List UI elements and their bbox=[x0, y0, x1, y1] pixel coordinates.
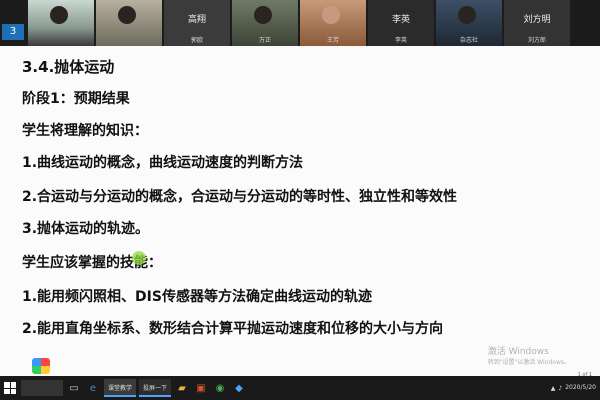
taskbar-app[interactable]: 投屏一下 bbox=[139, 379, 172, 397]
edge-browser-icon[interactable]: e bbox=[85, 380, 101, 396]
taskbar-search[interactable] bbox=[21, 380, 63, 396]
pointer-highlight bbox=[132, 251, 146, 265]
task-view-icon[interactable]: ▭ bbox=[66, 380, 82, 396]
participant-name: 刘方郎 bbox=[527, 37, 546, 44]
activation-watermark: 激活 Windows 转到"设置"以激活 Windows。 bbox=[488, 344, 570, 366]
slide-line: 学生将理解的知识： bbox=[22, 123, 148, 139]
slide-title: 3.4.抛体运动 bbox=[22, 58, 115, 76]
presentation-slide: 3.4.抛体运动 阶段1：预期结果 学生将理解的知识： 1.曲线运动的概念，曲线… bbox=[0, 46, 600, 378]
participant-tile[interactable]: 杂志社 bbox=[436, 0, 502, 46]
participant-tile[interactable]: 王芳 bbox=[300, 0, 366, 46]
folder-icon[interactable]: ▰ bbox=[174, 380, 190, 396]
chrome-icon[interactable]: ◉ bbox=[212, 380, 228, 396]
participant-tile[interactable]: 刘方明 刘方郎 bbox=[504, 0, 570, 46]
slide-line: 阶段1：预期结果 bbox=[22, 91, 130, 107]
participant-avatar bbox=[458, 6, 476, 24]
participant-tile[interactable]: 高翔 郭欧 bbox=[164, 0, 230, 46]
participant-tile[interactable]: 万正 bbox=[232, 0, 298, 46]
clock-date: 2020/5/20 bbox=[565, 384, 596, 391]
participant-tile[interactable]: 李英 李英 bbox=[368, 0, 434, 46]
participant-display-name: 李英 bbox=[391, 15, 410, 25]
slide-line: 2.合运动与分运动的概念，合运动与分运动的等时性、独立性和等效性 bbox=[22, 189, 458, 205]
participant-name: 王芳 bbox=[326, 37, 339, 44]
taskbar-clock[interactable]: 2020/5/20 bbox=[565, 384, 596, 392]
app-icon[interactable]: ◆ bbox=[231, 380, 247, 396]
watermark-title: 激活 Windows bbox=[487, 347, 549, 357]
participant-tile[interactable] bbox=[96, 0, 162, 46]
participant-avatar bbox=[118, 6, 136, 24]
windows-logo-icon bbox=[4, 382, 16, 394]
slide-line: 1.曲线运动的概念，曲线运动速度的判断方法 bbox=[22, 155, 304, 171]
side-badge[interactable]: 3 bbox=[2, 24, 24, 40]
participant-display-name: 刘方明 bbox=[523, 15, 551, 25]
participant-avatar bbox=[254, 6, 272, 24]
app-launcher-icon[interactable] bbox=[32, 358, 50, 374]
participant-tile[interactable] bbox=[28, 0, 94, 46]
participant-display-name: 高翔 bbox=[187, 15, 206, 25]
participant-name: 万正 bbox=[258, 37, 271, 44]
watermark-subtitle: 转到"设置"以激活 Windows。 bbox=[487, 359, 570, 366]
start-button[interactable] bbox=[2, 380, 18, 396]
slide-line: 3.抛体运动的轨迹。 bbox=[22, 221, 150, 237]
participant-name: 杂志社 bbox=[459, 37, 478, 44]
participant-avatar bbox=[50, 6, 68, 24]
participant-name: 李英 bbox=[394, 37, 407, 44]
network-icon[interactable]: ▲ bbox=[551, 385, 556, 392]
taskbar: ▭ e 课堂教学 投屏一下 ▰ ▣ ◉ ◆ ▲ ♪ 2020/5/20 bbox=[0, 376, 600, 400]
slide-line: 2.能用直角坐标系、数形结合计算平抛运动速度和位移的大小与方向 bbox=[22, 321, 444, 337]
participant-name: 郭欧 bbox=[190, 37, 203, 44]
system-tray: ▲ ♪ 2020/5/20 bbox=[551, 384, 600, 392]
slide-line: 1.能用频闪照相、DIS传感器等方法确定曲线运动的轨迹 bbox=[22, 289, 372, 305]
volume-icon[interactable]: ♪ bbox=[558, 385, 562, 392]
participant-avatar bbox=[322, 6, 340, 24]
taskbar-app[interactable]: 课堂教学 bbox=[104, 379, 137, 397]
video-participant-strip: 3 高翔 郭欧 万正 王芳 李英 李英 杂志社 刘方明 刘方郎 bbox=[0, 0, 600, 46]
powerpoint-icon[interactable]: ▣ bbox=[193, 380, 209, 396]
